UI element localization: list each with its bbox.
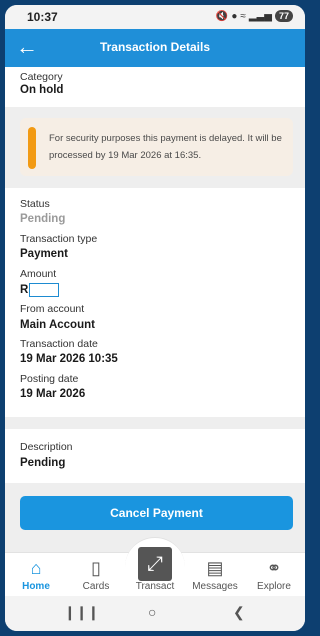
binoculars-icon: ⚭ [266,558,282,578]
from-account-label: From account [20,303,85,315]
category-card: Category On hold [5,67,305,107]
transaction-date-label: Transaction date [20,338,98,350]
home-circle-icon[interactable]: ○ [148,604,156,620]
nav-transact-label: Transact [135,581,175,592]
amount-value: R [20,283,60,297]
location-icon: ● [231,10,238,22]
nav-home-label: Home [22,581,50,592]
nav-messages-label: Messages [192,581,238,592]
recents-icon[interactable]: ❙❙❙ [64,604,99,621]
notice-accent-bar [28,127,36,169]
description-value: Pending [20,457,66,469]
amount-redacted-box [29,283,60,297]
nav-messages[interactable]: ▤ Messages [187,557,243,592]
signal-icon: ▂▃▅ [248,10,272,22]
category-label: Category [20,71,63,83]
nav-explore-label: Explore [257,581,291,592]
system-nav-bar: ❙❙❙ ○ ❮ [5,596,305,631]
battery-icon: 77 [274,10,293,22]
status-label: Status [20,198,50,210]
status-icons: 🔇 ● ≈ ▂▃▅ 77 [216,10,293,22]
posting-date-label: Posting date [20,373,79,385]
nav-cards-label: Cards [82,581,110,592]
status-bar: 10:37 🔇 ● ≈ ▂▃▅ 77 [5,5,305,29]
nav-home[interactable]: ⌂ Home [8,557,64,592]
description-label: Description [20,441,73,453]
status-time: 10:37 [27,10,58,24]
phone-screen: 10:37 🔇 ● ≈ ▂▃▅ 77 ← Transaction Details… [5,5,305,631]
cancel-payment-button[interactable]: Cancel Payment [20,496,293,530]
security-notice: For security purposes this payment is de… [20,118,293,176]
nav-explore[interactable]: ⚭ Explore [246,557,302,592]
card-icon: ▯ [91,558,101,578]
from-account-value: Main Account [20,319,95,331]
transact-icon[interactable]: ⤢ [138,547,172,581]
back-icon[interactable]: ❮ [233,604,245,621]
category-value: On hold [20,84,64,96]
amount-currency: R [20,284,29,297]
home-icon: ⌂ [30,558,42,578]
app-bar: ← Transaction Details [5,29,305,67]
transaction-type-value: Payment [20,248,68,260]
transaction-details-content: Category On hold For security purposes t… [5,67,305,552]
nav-cards[interactable]: ▯ Cards [68,557,124,592]
messages-icon: ▤ [206,558,224,578]
wifi-icon: ≈ [240,10,246,22]
page-title: Transaction Details [99,40,211,54]
description-card: Description Pending [5,429,305,483]
transaction-date-value: 19 Mar 2026 10:35 [20,353,118,365]
transaction-type-label: Transaction type [20,233,98,245]
mute-icon: 🔇 [215,10,229,22]
posting-date-value: 19 Mar 2026 [20,388,86,400]
status-value: Pending [20,213,66,225]
details-card: Status Pending Transaction type Payment … [5,188,305,417]
amount-label: Amount [20,268,57,280]
notice-text: For security purposes this payment is de… [49,133,282,161]
